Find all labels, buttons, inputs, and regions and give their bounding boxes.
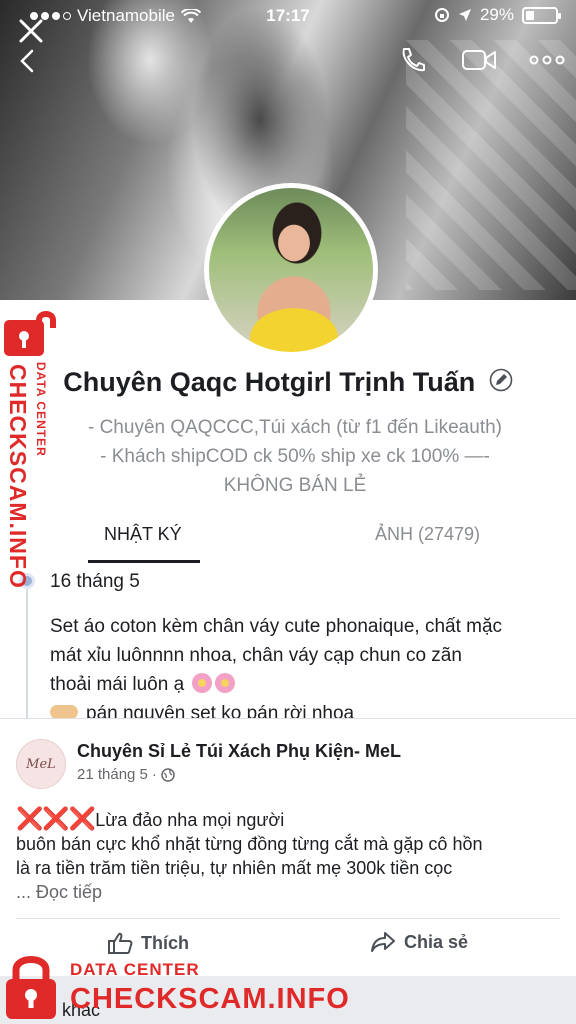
- battery-icon: [522, 6, 561, 24]
- like-button[interactable]: Thích: [107, 931, 189, 955]
- edit-icon[interactable]: [489, 368, 513, 399]
- diary-line: thoải mái luôn ạ: [50, 674, 185, 695]
- bio-line: KHÔNG BÁN LẺ: [223, 475, 367, 496]
- cherry-blossom-icon: [192, 673, 213, 693]
- post-divider: [16, 918, 560, 919]
- more-icon[interactable]: [528, 50, 566, 70]
- post-date[interactable]: 21 tháng 5: [77, 766, 148, 783]
- post-author[interactable]: Chuyên Sỉ Lẻ Túi Xách Phụ Kiện- MeL: [77, 741, 401, 762]
- cross-mark-icons: ❌❌❌: [16, 806, 96, 831]
- globe-icon: [161, 767, 175, 782]
- diary-line: mát xỉu luônnnn nhoa, chân váy cạp chun …: [50, 645, 462, 666]
- watermark-bottom-brand: CHECKSCAM.INFO: [70, 983, 350, 1015]
- profile-tabs: NHẬT KÝ ẢNH (27479): [0, 516, 576, 564]
- rotation-lock-icon: [434, 8, 449, 22]
- bio-line: - Chuyên QAQCCC,Túi xách (từ f1 đến Like…: [87, 417, 502, 438]
- profile-avatar[interactable]: [204, 183, 378, 357]
- timeline-line: [26, 578, 28, 718]
- bio-line: - Khách shipCOD ck 50% ship xe ck 100% —…: [100, 446, 490, 467]
- padlock-icon: [6, 956, 56, 1019]
- diary-line: Set áo coton kèm chân váy cute phonaique…: [50, 616, 503, 637]
- battery-percent: 29%: [479, 5, 514, 24]
- post-line-text: Lừa đảo nha mọi người: [95, 810, 285, 830]
- watermark-side: DATA CENTER CHECKSCAM.INFO: [0, 306, 62, 596]
- tab-photos[interactable]: ẢNH (27479): [375, 524, 480, 545]
- close-icon[interactable]: [16, 16, 46, 46]
- diary-date: 16 tháng 5: [50, 571, 140, 592]
- active-tab-indicator: [88, 560, 200, 563]
- post-meta: 21 tháng 5 ·: [77, 766, 175, 783]
- pointing-hand-icon: [50, 705, 78, 719]
- like-label: Thích: [141, 932, 189, 953]
- padlock-icon: [4, 311, 56, 356]
- profile-name-row: Chuyên Qaqc Hotgirl Trịnh Tuấn: [0, 367, 576, 399]
- watermark-bottom-top: DATA CENTER: [70, 960, 200, 979]
- share-button[interactable]: Chia sẻ: [370, 931, 468, 953]
- shared-post: MeL Chuyên Sỉ Lẻ Túi Xách Phụ Kiện- MeL …: [0, 718, 576, 978]
- battery-fill: [526, 10, 535, 20]
- diary-post-text[interactable]: Set áo coton kèm chân váy cute phonaique…: [50, 612, 565, 728]
- profile-bio: - Chuyên QAQCCC,Túi xách (từ f1 đến Like…: [50, 413, 540, 500]
- tab-diary[interactable]: NHẬT KÝ: [104, 524, 182, 545]
- location-icon: [458, 9, 471, 21]
- avatar-logo-text: MeL: [26, 756, 56, 772]
- post-line: ❌❌❌Lừa đảo nha mọi người: [16, 807, 566, 832]
- status-bar: Vietnamobile 17:17 29%: [0, 0, 576, 30]
- post-body: ❌❌❌Lừa đảo nha mọi người buôn bán cực kh…: [16, 807, 566, 904]
- watermark-vertical-top: DATA CENTER: [34, 362, 48, 457]
- chevron-left-icon[interactable]: [16, 48, 38, 74]
- post-line: là ra tiền trăm tiền triệu, tự nhiên mất…: [16, 858, 453, 878]
- share-icon: [371, 932, 395, 952]
- meta-separator: ·: [151, 766, 157, 783]
- cherry-blossom-icon: [215, 673, 236, 693]
- thumbs-up-icon: [108, 932, 133, 954]
- read-more-link[interactable]: ... Đọc tiếp: [16, 880, 566, 904]
- profile-screen: Vietnamobile 17:17 29% Chuyên Qaqc Hotgi…: [0, 0, 576, 1024]
- watermark-vertical-brand: CHECKSCAM.INFO: [5, 364, 31, 589]
- status-right: 29%: [434, 5, 561, 25]
- profile-name: Chuyên Qaqc Hotgirl Trịnh Tuấn: [63, 367, 476, 397]
- post-line: buôn bán cực khổ nhặt từng đồng từng cắt…: [16, 834, 483, 854]
- cover-tiles: [406, 40, 576, 290]
- post-author-avatar[interactable]: MeL: [16, 739, 66, 789]
- share-label: Chia sẻ: [404, 931, 469, 952]
- phone-icon[interactable]: [396, 44, 428, 76]
- diary-line-with-emoji: thoải mái luôn ạ: [50, 670, 565, 699]
- video-icon[interactable]: [460, 46, 498, 74]
